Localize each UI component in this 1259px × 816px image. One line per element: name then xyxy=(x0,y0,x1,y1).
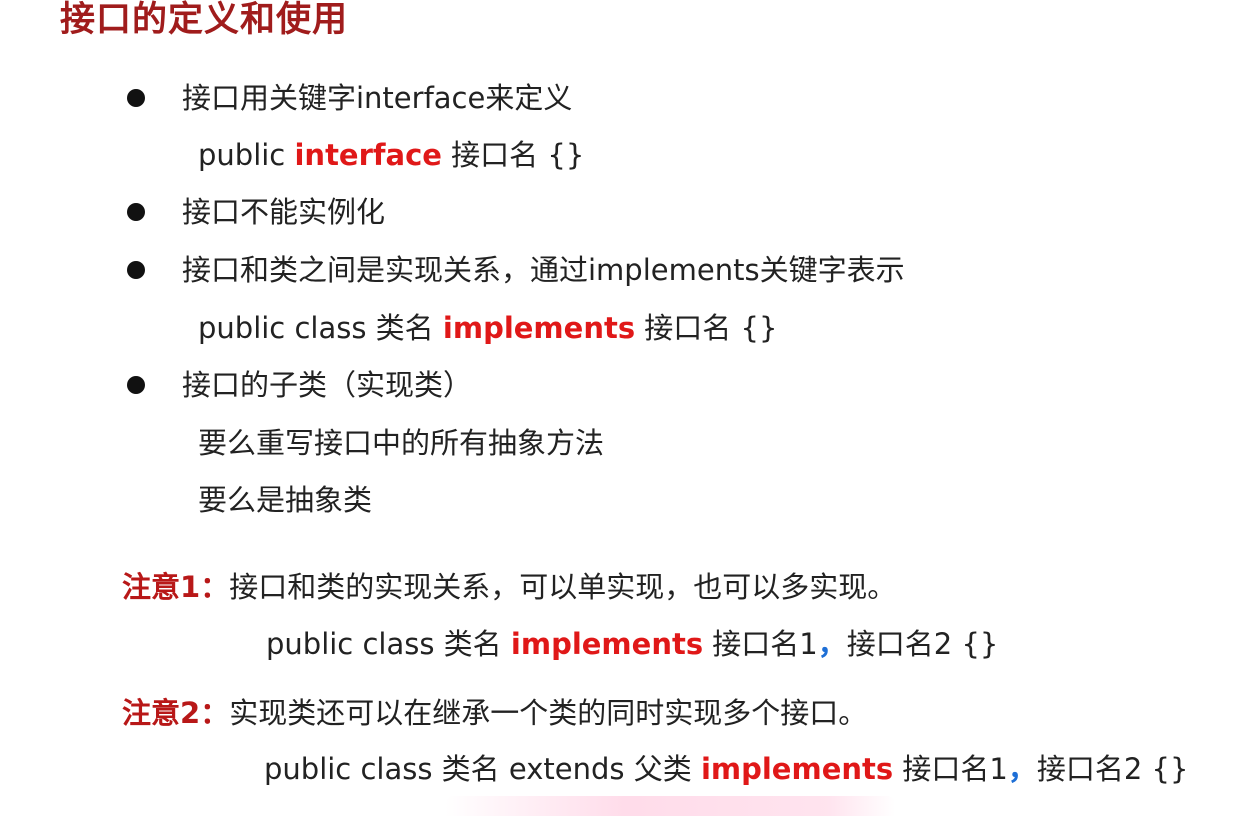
bullet-dot xyxy=(127,89,145,107)
code-prefix: public class 类名 xyxy=(198,311,443,345)
pink-highlight-smudge xyxy=(445,796,895,816)
code-prefix: public xyxy=(198,138,295,172)
note-2-label: 注意2： xyxy=(122,696,230,730)
keyword-interface: interface xyxy=(294,138,442,172)
code-prefix: public class 类名 xyxy=(266,627,511,661)
note-2-code: public class 类名 extends 父类 implements 接口… xyxy=(264,751,1188,787)
keyword-implements: implements xyxy=(442,311,636,345)
page-title: 接口的定义和使用 xyxy=(60,0,349,40)
note-2-text: 实现类还可以在继承一个类的同时实现多个接口。 xyxy=(229,696,868,730)
note-1-code: public class 类名 implements 接口名1，接口名2 {} xyxy=(266,626,998,662)
bullet-dot xyxy=(127,376,145,394)
bullet-dot xyxy=(127,261,145,279)
code-interface-2: 接口名2 {} xyxy=(846,627,999,661)
code-interface-1: 接口名1 xyxy=(893,752,1008,786)
note-1: 注意1：接口和类的实现关系，可以单实现，也可以多实现。 xyxy=(122,569,896,605)
note-1-text: 接口和类的实现关系，可以单实现，也可以多实现。 xyxy=(229,570,897,604)
code-suffix: 接口名 {} xyxy=(441,138,585,172)
subclass-line-override: 要么重写接口中的所有抽象方法 xyxy=(198,426,605,460)
keyword-implements: implements xyxy=(700,752,894,786)
code-suffix: 接口名 {} xyxy=(635,311,778,345)
code-interface-1: 接口名1 xyxy=(703,627,818,661)
code-line-implements-declaration: public class 类名 implements 接口名 {} xyxy=(198,310,777,346)
bullet-dot xyxy=(127,203,145,221)
code-line-interface-declaration: public interface 接口名 {} xyxy=(198,137,584,173)
bullet-item-subclass: 接口的子类（实现类） xyxy=(182,368,473,402)
bullet-item-interface-definition: 接口用关键字interface来定义 xyxy=(182,81,573,115)
note-2: 注意2：实现类还可以在继承一个类的同时实现多个接口。 xyxy=(122,695,867,731)
note-1-label: 注意1： xyxy=(122,570,230,604)
subclass-line-abstract: 要么是抽象类 xyxy=(198,483,373,517)
code-prefix: public class 类名 extends 父类 xyxy=(264,752,701,786)
keyword-implements: implements xyxy=(510,627,704,661)
bullet-item-cannot-instantiate: 接口不能实例化 xyxy=(182,195,386,229)
separator-comma: ， xyxy=(817,627,847,661)
code-interface-2: 接口名2 {} xyxy=(1036,752,1189,786)
bullet-item-implements-relation: 接口和类之间是实现关系，通过implements关键字表示 xyxy=(182,253,905,287)
separator-comma: ， xyxy=(1007,752,1037,786)
